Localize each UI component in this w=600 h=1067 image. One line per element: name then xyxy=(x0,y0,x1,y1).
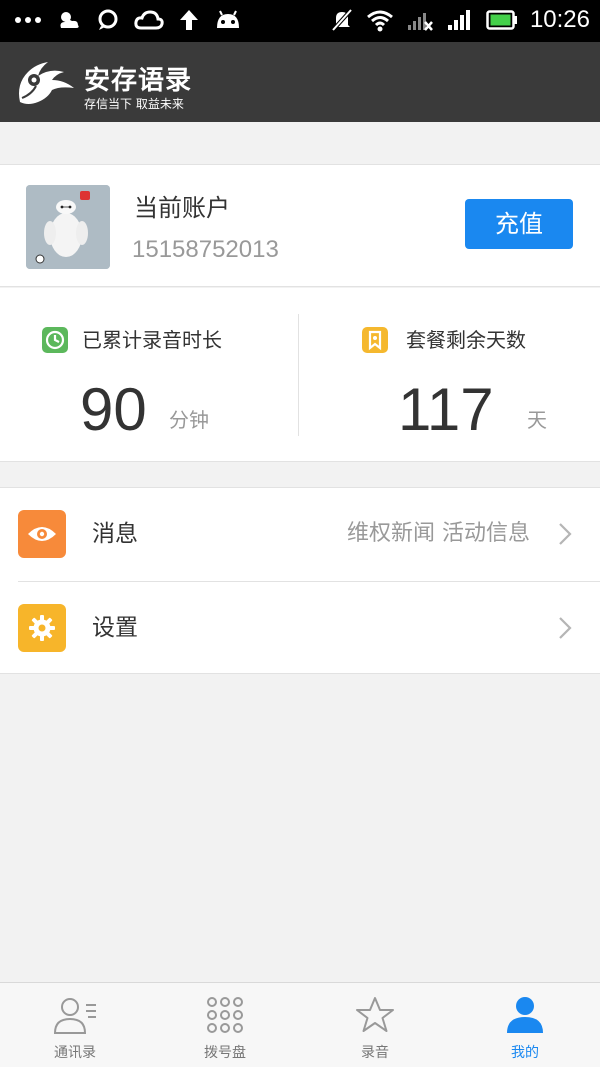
chevron-right-icon xyxy=(559,523,572,545)
clock-time: 10:26 xyxy=(529,6,590,33)
account-card: 当前账户 15158752013 充值 xyxy=(0,164,600,287)
nav-tab-label: 拨号盘 xyxy=(204,1045,246,1061)
account-phone: 15158752013 xyxy=(132,236,279,263)
mute-icon xyxy=(331,8,353,32)
battery-icon xyxy=(486,10,517,30)
cloud-icon xyxy=(134,10,164,30)
signal-icon xyxy=(447,10,470,30)
bird-logo-icon xyxy=(19,62,74,104)
menu-item-label: 设置 xyxy=(92,615,138,641)
gear-icon xyxy=(18,604,66,652)
recharge-button[interactable]: 充值 xyxy=(465,199,573,249)
menu-item-settings[interactable]: 设置 xyxy=(0,582,600,675)
menu-item-detail: 维权新闻 活动信息 xyxy=(347,521,530,546)
nav-tab-recordings[interactable]: 录音 xyxy=(300,983,450,1067)
nav-tab-dialpad[interactable]: 拨号盘 xyxy=(150,983,300,1067)
bottom-nav: 通讯录 拨号盘 录音 我的 xyxy=(0,982,600,1067)
nav-tab-label: 我的 xyxy=(511,1045,539,1061)
menu-item-label: 消息 xyxy=(92,521,138,547)
more-dots-icon xyxy=(15,17,41,23)
clock-icon xyxy=(42,327,68,353)
remaining-days-value: 117 xyxy=(398,376,494,443)
avatar[interactable] xyxy=(26,185,110,269)
wifi-icon xyxy=(366,10,393,32)
remaining-days-label: 套餐剩余天数 xyxy=(406,328,526,352)
recorded-duration-value: 90 xyxy=(80,376,147,443)
recorded-duration-unit: 分钟 xyxy=(169,408,209,432)
status-bar: 10:26 xyxy=(0,0,600,42)
recorded-duration-label: 已累计录音时长 xyxy=(82,328,222,352)
android-icon xyxy=(217,10,239,28)
stats-divider xyxy=(298,314,299,436)
app-header: 安存语录 存信当下 取益未来 xyxy=(0,42,600,122)
nav-tab-label: 录音 xyxy=(361,1045,389,1061)
app-name: 安存语录 xyxy=(84,66,193,96)
status-bar-notifications xyxy=(14,8,242,32)
chevron-right-icon xyxy=(559,617,572,639)
eye-icon xyxy=(18,510,66,558)
remaining-days-unit: 天 xyxy=(527,408,547,432)
status-bar-system: 10:26 xyxy=(330,6,590,34)
upload-arrow-icon xyxy=(180,10,198,30)
baymax-avatar-image xyxy=(26,185,110,269)
menu-list: 消息 维权新闻 活动信息 设置 xyxy=(0,487,600,674)
person-icon xyxy=(507,997,543,1033)
chat-icon xyxy=(98,9,118,30)
stats-panel: 已累计录音时长 90 分钟 套餐剩余天数 117 天 xyxy=(0,288,600,462)
weather-icon xyxy=(60,12,79,28)
nav-tab-label: 通讯录 xyxy=(54,1045,96,1061)
star-icon xyxy=(356,997,394,1032)
menu-item-messages[interactable]: 消息 维权新闻 活动信息 xyxy=(0,488,600,582)
nav-tab-mine[interactable]: 我的 xyxy=(450,983,600,1067)
app-slogan: 存信当下 取益未来 xyxy=(84,97,184,111)
bookmark-icon xyxy=(362,327,388,353)
signal-x-icon xyxy=(407,13,433,31)
contacts-icon xyxy=(53,998,96,1034)
account-title: 当前账户 xyxy=(134,194,230,222)
dialpad-icon xyxy=(207,997,243,1033)
nav-tab-contacts[interactable]: 通讯录 xyxy=(0,983,150,1067)
